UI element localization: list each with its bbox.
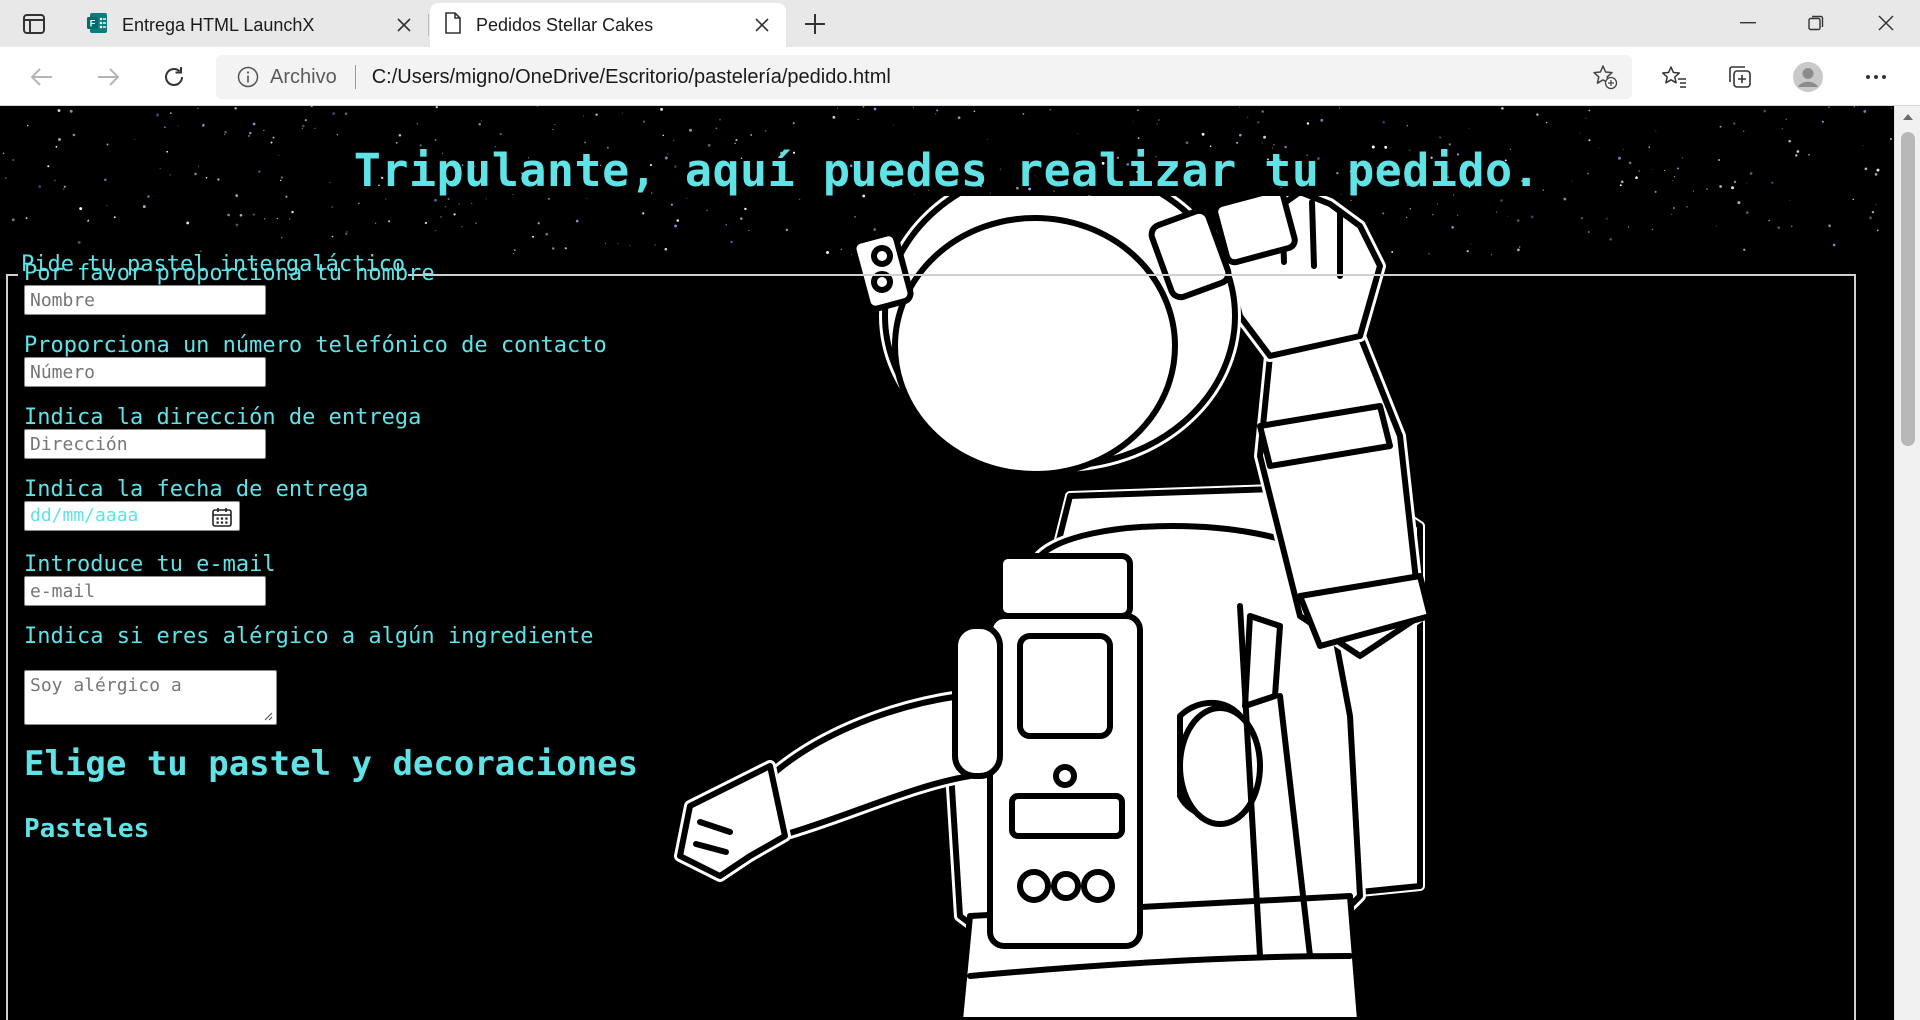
document-icon — [444, 11, 462, 39]
address-input[interactable] — [24, 429, 266, 459]
scroll-thumb[interactable] — [1901, 132, 1915, 446]
minimize-icon[interactable] — [1714, 0, 1782, 46]
back-arrow-icon[interactable] — [24, 59, 60, 95]
scheme-label: Archivo — [270, 65, 337, 88]
name-label: Por favor proporciona tu nombre — [24, 261, 435, 286]
web-page: Tripulante, aquí puedes realizar tu pedi… — [0, 106, 1894, 1020]
refresh-icon[interactable] — [156, 59, 192, 95]
page-scrollbar[interactable] — [1894, 106, 1920, 1020]
close-icon[interactable] — [394, 15, 414, 35]
tab-title: Pedidos Stellar Cakes — [476, 14, 654, 35]
tab-strip: F Entrega HTML LaunchX Pedidos Stellar C… — [0, 0, 1920, 47]
resize-grip-icon[interactable] — [263, 711, 273, 721]
tab-pedidos-stellar[interactable]: Pedidos Stellar Cakes — [430, 3, 786, 47]
browser-toolbar: Archivo C:/Users/migno/OneDrive/Escritor… — [0, 47, 1920, 106]
tab-actions-icon[interactable] — [16, 9, 52, 39]
info-icon[interactable] — [236, 65, 260, 89]
close-icon[interactable] — [752, 15, 772, 35]
email-input[interactable] — [24, 576, 266, 606]
tab-entrega-html[interactable]: F Entrega HTML LaunchX — [72, 3, 428, 47]
svg-text:F: F — [90, 18, 96, 28]
allergy-label: Indica si eres alérgico a algún ingredie… — [24, 624, 594, 649]
more-options-icon[interactable] — [1858, 59, 1894, 95]
collections-icon[interactable] — [1722, 59, 1758, 95]
calendar-icon[interactable] — [211, 506, 233, 528]
address-bar[interactable]: Archivo C:/Users/migno/OneDrive/Escritor… — [216, 55, 1632, 99]
address-label: Indica la dirección de entrega — [24, 405, 422, 430]
date-placeholder: dd/mm/aaaa — [30, 505, 139, 526]
tab-title: Entrega HTML LaunchX — [122, 14, 315, 35]
scroll-up-arrow-icon[interactable] — [1895, 106, 1920, 128]
new-tab-icon[interactable] — [800, 9, 830, 39]
date-input[interactable]: dd/mm/aaaa — [24, 501, 240, 531]
add-favorite-icon[interactable] — [1590, 62, 1620, 92]
name-input[interactable] — [24, 285, 266, 315]
forms-app-icon: F — [86, 12, 108, 39]
forward-arrow-icon[interactable] — [90, 59, 126, 95]
restore-icon[interactable] — [1782, 0, 1850, 46]
cake-section-heading: Elige tu pastel y decoraciones — [24, 744, 639, 784]
url-text[interactable]: C:/Users/migno/OneDrive/Escritorio/paste… — [372, 66, 1590, 89]
profile-avatar[interactable] — [1790, 59, 1826, 95]
page-title: Tripulante, aquí puedes realizar tu pedi… — [353, 144, 1541, 197]
phone-label: Proporciona un número telefónico de cont… — [24, 333, 607, 358]
favorites-icon[interactable] — [1656, 59, 1692, 95]
tab-separator — [428, 14, 429, 36]
window-close-icon[interactable] — [1852, 0, 1920, 46]
allergy-placeholder: Soy alérgico a — [30, 675, 182, 696]
cakes-subheading: Pasteles — [24, 814, 150, 844]
address-divider — [354, 65, 356, 89]
date-label: Indica la fecha de entrega — [24, 477, 369, 502]
email-label: Introduce tu e-mail — [24, 552, 276, 577]
allergy-textarea[interactable]: Soy alérgico a — [24, 670, 277, 725]
phone-input[interactable] — [24, 357, 266, 387]
